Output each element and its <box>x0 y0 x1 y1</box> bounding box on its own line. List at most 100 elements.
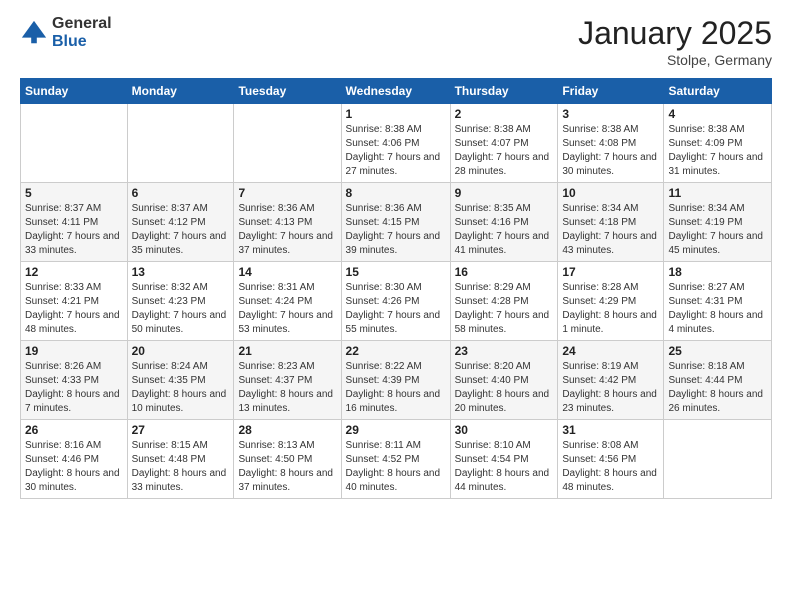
day-info: Sunrise: 8:36 AM Sunset: 4:13 PM Dayligh… <box>238 202 336 258</box>
day-number: 9 <box>455 186 554 200</box>
day-info: Sunrise: 8:15 AM Sunset: 4:48 PM Dayligh… <box>132 439 230 495</box>
logo-text: General Blue <box>52 15 112 50</box>
day-number: 16 <box>455 265 554 279</box>
calendar-table: Sunday Monday Tuesday Wednesday Thursday… <box>20 78 772 499</box>
calendar-cell: 25 Sunrise: 8:18 AM Sunset: 4:44 PM Dayli… <box>664 341 772 420</box>
logo-general-text: General <box>52 15 112 33</box>
day-info: Sunrise: 8:23 AM Sunset: 4:37 PM Dayligh… <box>238 360 336 416</box>
day-number: 4 <box>668 107 767 121</box>
page: General Blue January 2025 Stolpe, German… <box>0 0 792 612</box>
day-info: Sunrise: 8:37 AM Sunset: 4:12 PM Dayligh… <box>132 202 230 258</box>
day-info: Sunrise: 8:29 AM Sunset: 4:28 PM Dayligh… <box>455 281 554 337</box>
day-number: 18 <box>668 265 767 279</box>
calendar-body: 1Sunrise: 8:38 AM Sunset: 4:06 PM Daylig… <box>21 104 772 499</box>
day-number: 21 <box>238 344 336 358</box>
calendar-cell <box>664 420 772 499</box>
calendar-cell: 27 Sunrise: 8:15 AM Sunset: 4:48 PM Dayli… <box>127 420 234 499</box>
calendar-cell: 19Sunrise: 8:26 AM Sunset: 4:33 PM Dayli… <box>21 341 128 420</box>
calendar-cell: 20Sunrise: 8:24 AM Sunset: 4:35 PM Dayli… <box>127 341 234 420</box>
day-info: Sunrise: 8:34 AM Sunset: 4:18 PM Dayligh… <box>562 202 659 258</box>
day-number: 25 <box>668 344 767 358</box>
calendar-cell <box>21 104 128 183</box>
day-number: 28 <box>238 423 336 437</box>
col-saturday: Saturday <box>664 79 772 104</box>
calendar-cell: 7 Sunrise: 8:36 AM Sunset: 4:13 PM Daylig… <box>234 183 341 262</box>
calendar-cell: 28 Sunrise: 8:13 AM Sunset: 4:50 PM Dayli… <box>234 420 341 499</box>
day-info: Sunrise: 8:20 AM Sunset: 4:40 PM Dayligh… <box>455 360 554 416</box>
calendar-cell: 23 Sunrise: 8:20 AM Sunset: 4:40 PM Dayli… <box>450 341 558 420</box>
header: General Blue January 2025 Stolpe, German… <box>20 15 772 68</box>
day-number: 30 <box>455 423 554 437</box>
day-number: 22 <box>346 344 446 358</box>
calendar-cell: 12 Sunrise: 8:33 AM Sunset: 4:21 PM Dayli… <box>21 262 128 341</box>
day-info: Sunrise: 8:38 AM Sunset: 4:06 PM Dayligh… <box>346 123 446 179</box>
day-number: 23 <box>455 344 554 358</box>
calendar-cell: 4 Sunrise: 8:38 AM Sunset: 4:09 PM Daylig… <box>664 104 772 183</box>
day-number: 2 <box>455 107 554 121</box>
calendar-cell: 21 Sunrise: 8:23 AM Sunset: 4:37 PM Dayli… <box>234 341 341 420</box>
day-number: 19 <box>25 344 123 358</box>
col-tuesday: Tuesday <box>234 79 341 104</box>
title-area: January 2025 Stolpe, Germany <box>578 15 772 68</box>
calendar-cell: 29Sunrise: 8:11 AM Sunset: 4:52 PM Dayli… <box>341 420 450 499</box>
day-info: Sunrise: 8:36 AM Sunset: 4:15 PM Dayligh… <box>346 202 446 258</box>
calendar-cell: 15 Sunrise: 8:30 AM Sunset: 4:26 PM Dayli… <box>341 262 450 341</box>
day-info: Sunrise: 8:16 AM Sunset: 4:46 PM Dayligh… <box>25 439 123 495</box>
calendar-header: Sunday Monday Tuesday Wednesday Thursday… <box>21 79 772 104</box>
day-info: Sunrise: 8:38 AM Sunset: 4:07 PM Dayligh… <box>455 123 554 179</box>
day-info: Sunrise: 8:30 AM Sunset: 4:26 PM Dayligh… <box>346 281 446 337</box>
location: Stolpe, Germany <box>578 52 772 68</box>
day-info: Sunrise: 8:33 AM Sunset: 4:21 PM Dayligh… <box>25 281 123 337</box>
calendar-cell <box>127 104 234 183</box>
day-number: 12 <box>25 265 123 279</box>
day-info: Sunrise: 8:27 AM Sunset: 4:31 PM Dayligh… <box>668 281 767 337</box>
calendar-cell: 30 Sunrise: 8:10 AM Sunset: 4:54 PM Dayli… <box>450 420 558 499</box>
calendar-cell: 2 Sunrise: 8:38 AM Sunset: 4:07 PM Daylig… <box>450 104 558 183</box>
day-info: Sunrise: 8:37 AM Sunset: 4:11 PM Dayligh… <box>25 202 123 258</box>
day-number: 5 <box>25 186 123 200</box>
col-thursday: Thursday <box>450 79 558 104</box>
day-info: Sunrise: 8:08 AM Sunset: 4:56 PM Dayligh… <box>562 439 659 495</box>
calendar-cell: 31Sunrise: 8:08 AM Sunset: 4:56 PM Dayli… <box>558 420 664 499</box>
day-number: 10 <box>562 186 659 200</box>
calendar-cell: 13Sunrise: 8:32 AM Sunset: 4:23 PM Dayli… <box>127 262 234 341</box>
calendar-cell: 1Sunrise: 8:38 AM Sunset: 4:06 PM Daylig… <box>341 104 450 183</box>
day-info: Sunrise: 8:13 AM Sunset: 4:50 PM Dayligh… <box>238 439 336 495</box>
day-number: 27 <box>132 423 230 437</box>
day-info: Sunrise: 8:38 AM Sunset: 4:09 PM Dayligh… <box>668 123 767 179</box>
calendar-cell <box>234 104 341 183</box>
day-number: 15 <box>346 265 446 279</box>
calendar-cell: 11Sunrise: 8:34 AM Sunset: 4:19 PM Dayli… <box>664 183 772 262</box>
col-wednesday: Wednesday <box>341 79 450 104</box>
calendar-cell: 17Sunrise: 8:28 AM Sunset: 4:29 PM Dayli… <box>558 262 664 341</box>
calendar-week-1: 1Sunrise: 8:38 AM Sunset: 4:06 PM Daylig… <box>21 104 772 183</box>
calendar-cell: 22 Sunrise: 8:22 AM Sunset: 4:39 PM Dayli… <box>341 341 450 420</box>
day-number: 17 <box>562 265 659 279</box>
calendar-cell: 10 Sunrise: 8:34 AM Sunset: 4:18 PM Dayli… <box>558 183 664 262</box>
day-number: 7 <box>238 186 336 200</box>
month-title: January 2025 <box>578 15 772 52</box>
day-info: Sunrise: 8:22 AM Sunset: 4:39 PM Dayligh… <box>346 360 446 416</box>
day-info: Sunrise: 8:38 AM Sunset: 4:08 PM Dayligh… <box>562 123 659 179</box>
calendar-cell: 14Sunrise: 8:31 AM Sunset: 4:24 PM Dayli… <box>234 262 341 341</box>
col-friday: Friday <box>558 79 664 104</box>
day-number: 3 <box>562 107 659 121</box>
logo: General Blue <box>20 15 112 50</box>
day-info: Sunrise: 8:32 AM Sunset: 4:23 PM Dayligh… <box>132 281 230 337</box>
day-number: 14 <box>238 265 336 279</box>
header-row: Sunday Monday Tuesday Wednesday Thursday… <box>21 79 772 104</box>
calendar-cell: 8 Sunrise: 8:36 AM Sunset: 4:15 PM Daylig… <box>341 183 450 262</box>
day-info: Sunrise: 8:10 AM Sunset: 4:54 PM Dayligh… <box>455 439 554 495</box>
col-monday: Monday <box>127 79 234 104</box>
calendar-cell: 16 Sunrise: 8:29 AM Sunset: 4:28 PM Dayli… <box>450 262 558 341</box>
day-info: Sunrise: 8:24 AM Sunset: 4:35 PM Dayligh… <box>132 360 230 416</box>
day-info: Sunrise: 8:18 AM Sunset: 4:44 PM Dayligh… <box>668 360 767 416</box>
day-number: 8 <box>346 186 446 200</box>
calendar-cell: 3 Sunrise: 8:38 AM Sunset: 4:08 PM Daylig… <box>558 104 664 183</box>
day-number: 26 <box>25 423 123 437</box>
calendar-week-2: 5 Sunrise: 8:37 AM Sunset: 4:11 PM Daylig… <box>21 183 772 262</box>
day-number: 24 <box>562 344 659 358</box>
calendar-week-3: 12 Sunrise: 8:33 AM Sunset: 4:21 PM Dayli… <box>21 262 772 341</box>
logo-icon <box>20 19 48 47</box>
calendar-cell: 9Sunrise: 8:35 AM Sunset: 4:16 PM Daylig… <box>450 183 558 262</box>
